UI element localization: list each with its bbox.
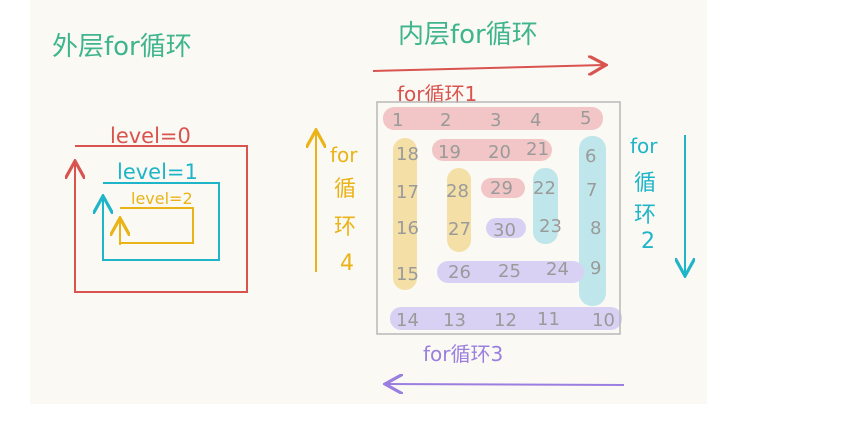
cell-1: 1 [392, 110, 403, 131]
cell-6: 6 [585, 146, 596, 167]
cell-20: 20 [488, 142, 511, 163]
cell-8: 8 [590, 218, 601, 239]
cell-15: 15 [396, 264, 419, 285]
spiral-matrix-diagram: 外层for循环 level=0 level=1 level=2 内层for循环 … [30, 0, 707, 404]
loop2-label-huan: 环 [634, 203, 656, 228]
loop3-label: for循环3 [423, 342, 503, 366]
cell-14: 14 [396, 310, 419, 331]
cell-10: 10 [592, 310, 615, 331]
cell-30: 30 [493, 220, 516, 241]
level-1-label: level=1 [117, 160, 198, 184]
level-0-label: level=0 [110, 124, 191, 148]
cell-5: 5 [580, 108, 591, 129]
loop2-label-xun: 循 [634, 171, 656, 196]
cell-18: 18 [396, 144, 419, 165]
cell-2: 2 [440, 110, 451, 131]
loop4-label-huan: 环 [334, 215, 356, 240]
cell-7: 7 [586, 180, 597, 201]
cell-9: 9 [590, 258, 601, 279]
cell-19: 19 [438, 142, 461, 163]
cell-23: 23 [539, 216, 562, 237]
loop2-label-num: 2 [641, 229, 655, 254]
cell-21: 21 [526, 139, 549, 160]
loop4-label-for: for [330, 143, 358, 167]
cell-17: 17 [396, 182, 419, 203]
cell-28: 28 [446, 181, 469, 202]
cell-24: 24 [546, 259, 569, 280]
cell-13: 13 [443, 310, 466, 331]
loop2-label-for: for [630, 134, 658, 158]
cell-26: 26 [448, 262, 471, 283]
loop4-label-xun: 循 [334, 177, 356, 202]
cell-29: 29 [490, 178, 513, 199]
outer-loop-title: 外层for循环 [52, 32, 192, 62]
loop4-label-num: 4 [340, 251, 354, 276]
cell-27: 27 [448, 219, 471, 240]
cell-16: 16 [396, 218, 419, 239]
loop3-arrow [387, 384, 625, 385]
cell-4: 4 [530, 110, 541, 131]
level-2-label: level=2 [131, 189, 193, 208]
cell-11: 11 [537, 309, 560, 330]
inner-loop-title: 内层for循环 [398, 20, 538, 50]
cell-12: 12 [494, 310, 517, 331]
cell-22: 22 [533, 178, 556, 199]
cell-3: 3 [490, 110, 501, 131]
cell-25: 25 [498, 261, 521, 282]
